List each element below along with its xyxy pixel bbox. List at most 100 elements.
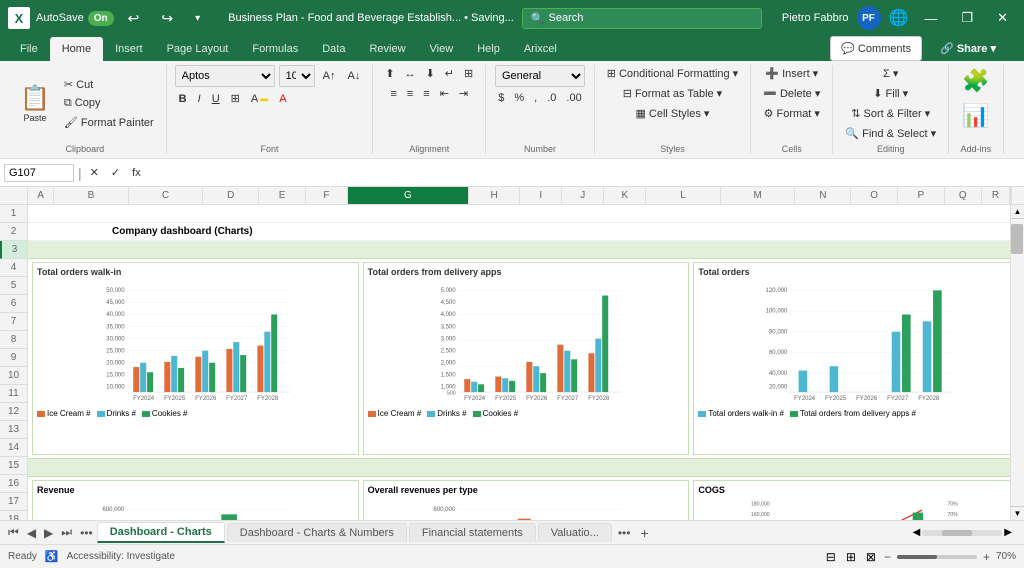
- font-family-select[interactable]: Aptos: [175, 65, 275, 87]
- col-D[interactable]: D: [203, 187, 259, 204]
- number-format-select[interactable]: General: [495, 65, 585, 87]
- tab-home[interactable]: Home: [50, 37, 103, 61]
- horizontal-scrollbar[interactable]: [922, 530, 1002, 536]
- col-E[interactable]: E: [259, 187, 306, 204]
- hscroll-thumb[interactable]: [942, 530, 972, 536]
- currency-button[interactable]: $: [494, 90, 508, 106]
- col-L[interactable]: L: [646, 187, 721, 204]
- zoom-slider[interactable]: [897, 555, 977, 559]
- zoom-minus-button[interactable]: −: [884, 550, 891, 564]
- insert-function-button[interactable]: fx: [128, 165, 145, 181]
- zoom-plus-button[interactable]: +: [983, 550, 990, 564]
- find-select-button[interactable]: 🔍 Find & Select ▾: [841, 125, 940, 142]
- font-color-button[interactable]: A: [275, 91, 290, 107]
- increase-decimal-button[interactable]: .00: [562, 90, 585, 106]
- autosave-toggle[interactable]: On: [88, 11, 114, 26]
- tab-dashboard-charts-numbers[interactable]: Dashboard - Charts & Numbers: [227, 523, 407, 542]
- italic-button[interactable]: I: [194, 91, 205, 107]
- minimize-button[interactable]: —: [916, 7, 945, 30]
- format-painter-button[interactable]: 🖌 Format Painter: [60, 114, 158, 131]
- tab-overflow-button[interactable]: •••: [614, 524, 635, 542]
- align-middle-button[interactable]: ↔: [401, 65, 420, 82]
- paste-button[interactable]: 📋Paste: [12, 82, 58, 125]
- merge-center-button[interactable]: ⊞: [460, 65, 477, 82]
- col-K[interactable]: K: [604, 187, 646, 204]
- col-O[interactable]: O: [851, 187, 898, 204]
- search-box[interactable]: 🔍 Search: [522, 8, 762, 29]
- redo-button[interactable]: ↪: [153, 6, 181, 31]
- insert-cells-button[interactable]: ➕ Insert ▾: [761, 65, 822, 82]
- vertical-scrollbar[interactable]: ▲ ▼: [1010, 205, 1024, 520]
- tab-review[interactable]: Review: [357, 37, 417, 61]
- tab-valuatio[interactable]: Valuatio...: [538, 523, 612, 542]
- copy-button[interactable]: ⧉ Copy: [60, 95, 158, 112]
- cell-reference[interactable]: [4, 164, 74, 182]
- percent-button[interactable]: %: [510, 90, 528, 106]
- align-left-button[interactable]: ≡: [386, 85, 400, 102]
- share-button[interactable]: 🔗 Share ▾: [928, 37, 1008, 60]
- format-as-table-button[interactable]: ⊟ Format as Table ▾: [619, 85, 727, 102]
- delete-cells-button[interactable]: ➖ Delete ▾: [759, 85, 824, 102]
- normal-view-button[interactable]: ⊟: [824, 548, 838, 566]
- col-F[interactable]: F: [306, 187, 348, 204]
- scroll-thumb[interactable]: [1011, 224, 1023, 254]
- user-avatar[interactable]: PF: [857, 6, 881, 30]
- analyze-data-button[interactable]: 📊: [957, 100, 994, 132]
- formula-input[interactable]: [149, 165, 1020, 181]
- scroll-up-button[interactable]: ▲: [1011, 205, 1024, 219]
- col-P[interactable]: P: [898, 187, 945, 204]
- conditional-formatting-button[interactable]: ⊞ Conditional Formatting ▾: [603, 65, 743, 82]
- cell-styles-button[interactable]: ▦ Cell Styles ▾: [631, 105, 713, 122]
- tab-first-button[interactable]: ⏮: [4, 523, 23, 542]
- scroll-right-button[interactable]: ▶: [1004, 527, 1012, 538]
- border-button[interactable]: ⊞: [227, 90, 244, 107]
- underline-button[interactable]: U: [208, 91, 224, 107]
- font-size-select[interactable]: 10: [279, 65, 315, 87]
- tab-prev-button[interactable]: ◀: [23, 524, 40, 542]
- tab-insert[interactable]: Insert: [103, 37, 155, 61]
- col-B[interactable]: B: [54, 187, 129, 204]
- comments-button[interactable]: 💬 Comments: [830, 36, 922, 61]
- tab-arixcel[interactable]: Arixcel: [512, 37, 569, 61]
- fill-button[interactable]: ⬇ Fill ▾: [869, 85, 912, 102]
- decrease-indent-button[interactable]: ⇤: [436, 85, 453, 102]
- page-layout-view-button[interactable]: ⊞: [844, 548, 858, 566]
- scroll-left-button[interactable]: ◀: [913, 527, 921, 538]
- cancel-formula-button[interactable]: ✕: [86, 164, 103, 181]
- tab-dashboard-charts[interactable]: Dashboard - Charts: [97, 522, 225, 543]
- increase-indent-button[interactable]: ⇥: [455, 85, 472, 102]
- tab-view[interactable]: View: [418, 37, 466, 61]
- wrap-text-button[interactable]: ↵: [441, 65, 458, 82]
- tab-help[interactable]: Help: [465, 37, 512, 61]
- col-C[interactable]: C: [129, 187, 204, 204]
- comma-button[interactable]: ,: [530, 90, 541, 106]
- tab-formulas[interactable]: Formulas: [240, 37, 310, 61]
- col-I[interactable]: I: [520, 187, 562, 204]
- add-sheet-button[interactable]: +: [634, 523, 654, 543]
- tab-last-button[interactable]: ⏭: [57, 523, 76, 542]
- tab-more-button[interactable]: •••: [76, 524, 97, 542]
- cut-button[interactable]: ✂ Cut: [60, 76, 158, 93]
- col-M[interactable]: M: [721, 187, 796, 204]
- align-center-button[interactable]: ≡: [403, 85, 417, 102]
- tab-next-button[interactable]: ▶: [40, 524, 57, 542]
- restore-button[interactable]: ❐: [953, 6, 981, 30]
- col-J[interactable]: J: [562, 187, 604, 204]
- bold-button[interactable]: B: [175, 91, 191, 107]
- tab-financial-statements[interactable]: Financial statements: [409, 523, 536, 542]
- col-R[interactable]: R: [982, 187, 1010, 204]
- align-right-button[interactable]: ≡: [419, 85, 433, 102]
- col-G[interactable]: G: [348, 187, 469, 204]
- align-top-button[interactable]: ⬆: [381, 65, 398, 82]
- confirm-formula-button[interactable]: ✓: [107, 164, 124, 181]
- col-Q[interactable]: Q: [945, 187, 982, 204]
- col-A[interactable]: A: [28, 187, 54, 204]
- format-cells-button[interactable]: ⚙ Format ▾: [760, 105, 824, 122]
- align-bottom-button[interactable]: ⬇: [422, 65, 439, 82]
- col-H[interactable]: H: [469, 187, 520, 204]
- fill-color-button[interactable]: A▬: [247, 91, 272, 107]
- scroll-down-button[interactable]: ▼: [1011, 506, 1024, 520]
- decrease-decimal-button[interactable]: .0: [543, 90, 560, 106]
- page-break-view-button[interactable]: ⊠: [864, 548, 878, 566]
- close-button[interactable]: ✕: [989, 6, 1016, 30]
